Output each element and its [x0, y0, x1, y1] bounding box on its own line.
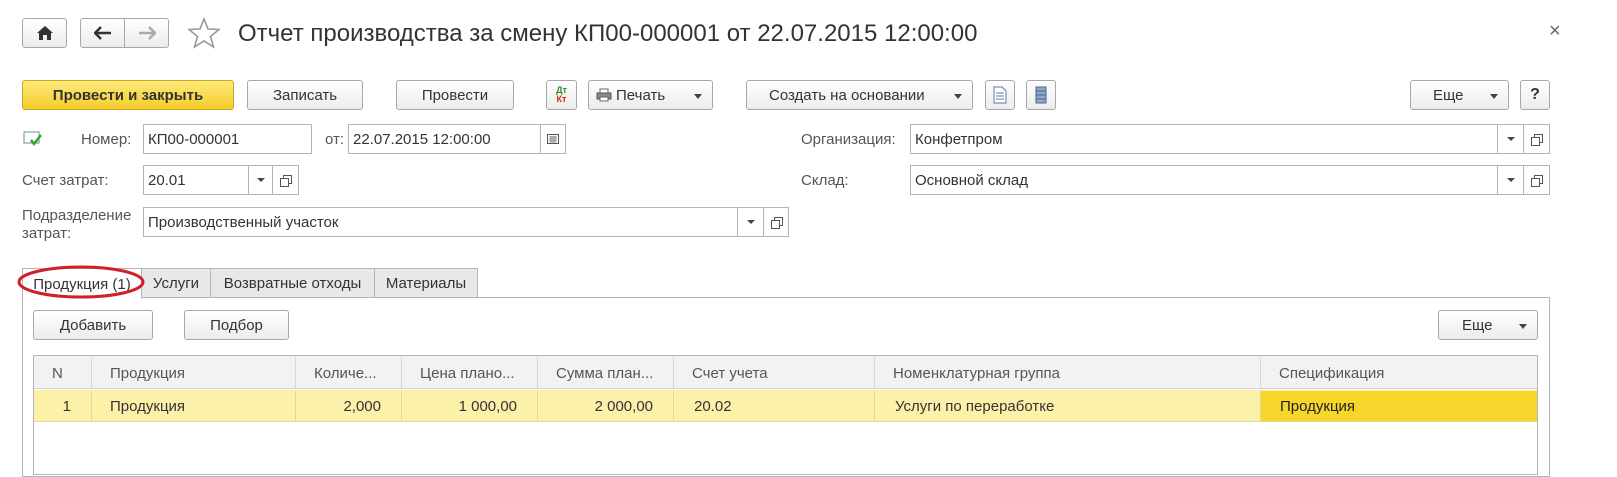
- column-header-n[interactable]: N: [34, 357, 92, 389]
- back-button[interactable]: [80, 18, 125, 48]
- post-and-close-button[interactable]: Провести и закрыть: [22, 80, 234, 110]
- open-icon: [1531, 174, 1543, 187]
- tab-materials[interactable]: Материалы: [374, 268, 478, 298]
- home-icon: [36, 26, 53, 40]
- chevron-down-icon: [1490, 94, 1498, 99]
- division-label-line1: Подразделение: [22, 207, 132, 224]
- number-field[interactable]: КП00-000001: [143, 124, 312, 154]
- tab-services[interactable]: Услуги: [141, 268, 211, 298]
- create-based-on-label: Создать на основании: [769, 86, 925, 104]
- cell-quantity[interactable]: 2,000: [296, 391, 402, 421]
- number-label: Номер:: [81, 131, 132, 148]
- cell-specification[interactable]: Продукция: [1261, 391, 1537, 421]
- cell-account[interactable]: 20.02: [674, 391, 875, 421]
- organization-label: Организация:: [801, 131, 896, 148]
- forward-button[interactable]: [124, 18, 169, 48]
- calendar-button[interactable]: [540, 124, 566, 154]
- tab-returnable-waste[interactable]: Возвратные отходы: [210, 268, 375, 298]
- column-header-planned-sum[interactable]: Сумма план...: [538, 357, 674, 389]
- cell-product[interactable]: Продукция: [92, 391, 296, 421]
- home-button[interactable]: [22, 18, 67, 48]
- organization-field[interactable]: Конфетпром: [910, 124, 1498, 154]
- division-label-line2: затрат:: [22, 225, 72, 242]
- posted-status-icon: [23, 131, 42, 147]
- printer-icon: [596, 88, 612, 102]
- star-icon[interactable]: [188, 17, 220, 49]
- dt-kt-icon: Дт Кт: [556, 86, 567, 104]
- cell-n[interactable]: 1: [34, 391, 92, 421]
- column-header-nomenclature-group[interactable]: Номенклатурная группа: [875, 357, 1261, 389]
- column-header-account[interactable]: Счет учета: [674, 357, 875, 389]
- chevron-down-icon: [1506, 178, 1515, 182]
- print-button[interactable]: Печать: [588, 80, 713, 110]
- open-icon: [1531, 133, 1543, 146]
- chevron-down-icon: [1506, 137, 1515, 141]
- select-button[interactable]: Подбор: [184, 310, 289, 340]
- arrow-right-icon: [138, 26, 156, 40]
- table-more-button[interactable]: Еще: [1438, 310, 1538, 340]
- division-field[interactable]: Производственный участок: [143, 207, 738, 237]
- date-field[interactable]: 22.07.2015 12:00:00: [348, 124, 541, 154]
- warehouse-open-button[interactable]: [1523, 165, 1550, 195]
- open-icon: [280, 174, 292, 187]
- kt-label: Кт: [556, 94, 567, 104]
- organization-dropdown-button[interactable]: [1497, 124, 1524, 154]
- list-button[interactable]: [1026, 80, 1056, 110]
- column-header-planned-price[interactable]: Цена плано...: [402, 357, 538, 389]
- create-based-on-button[interactable]: Создать на основании: [746, 80, 973, 110]
- warehouse-dropdown-button[interactable]: [1497, 165, 1524, 195]
- date-label: от:: [325, 131, 345, 148]
- division-open-button[interactable]: [763, 207, 789, 237]
- more-button[interactable]: Еще: [1410, 80, 1509, 110]
- dt-kt-button[interactable]: Дт Кт: [546, 80, 577, 110]
- cell-planned-sum[interactable]: 2 000,00: [538, 391, 674, 421]
- cell-nomenclature-group[interactable]: Услуги по переработке: [875, 391, 1261, 421]
- cost-account-label: Счет затрат:: [22, 172, 109, 189]
- chevron-down-icon: [954, 94, 962, 99]
- chevron-down-icon: [694, 94, 702, 99]
- more-label: Еще: [1433, 86, 1464, 104]
- chevron-down-icon: [746, 220, 755, 224]
- calendar-icon: [547, 134, 559, 144]
- chevron-down-icon: [1519, 324, 1527, 329]
- division-label: Подразделение затрат:: [22, 207, 131, 243]
- print-label: Печать: [616, 86, 666, 104]
- document-button[interactable]: [985, 80, 1015, 110]
- organization-open-button[interactable]: [1523, 124, 1550, 154]
- cost-account-field[interactable]: 20.01: [143, 165, 249, 195]
- column-header-product[interactable]: Продукция: [92, 357, 296, 389]
- chevron-down-icon: [256, 178, 265, 182]
- cell-planned-price[interactable]: 1 000,00: [402, 391, 538, 421]
- cost-account-open-button[interactable]: [272, 165, 299, 195]
- warehouse-label: Склад:: [801, 172, 849, 189]
- arrow-left-icon: [93, 26, 111, 40]
- cost-account-dropdown-button[interactable]: [248, 165, 273, 195]
- open-icon: [770, 216, 783, 229]
- warehouse-field[interactable]: Основной склад: [910, 165, 1498, 195]
- column-header-quantity[interactable]: Количе...: [296, 357, 402, 389]
- post-button[interactable]: Провести: [396, 80, 514, 110]
- close-icon[interactable]: ×: [1549, 20, 1561, 43]
- save-button[interactable]: Записать: [247, 80, 363, 110]
- window-title: Отчет производства за смену КП00-000001 …: [238, 20, 978, 47]
- help-button[interactable]: ?: [1520, 80, 1550, 110]
- highlight-ellipse: [17, 265, 145, 299]
- add-button[interactable]: Добавить: [33, 310, 153, 340]
- division-dropdown-button[interactable]: [737, 207, 764, 237]
- list-icon: [1035, 86, 1047, 104]
- column-header-specification[interactable]: Спецификация: [1261, 357, 1537, 389]
- table-more-label: Еще: [1462, 316, 1493, 334]
- document-icon: [993, 86, 1007, 104]
